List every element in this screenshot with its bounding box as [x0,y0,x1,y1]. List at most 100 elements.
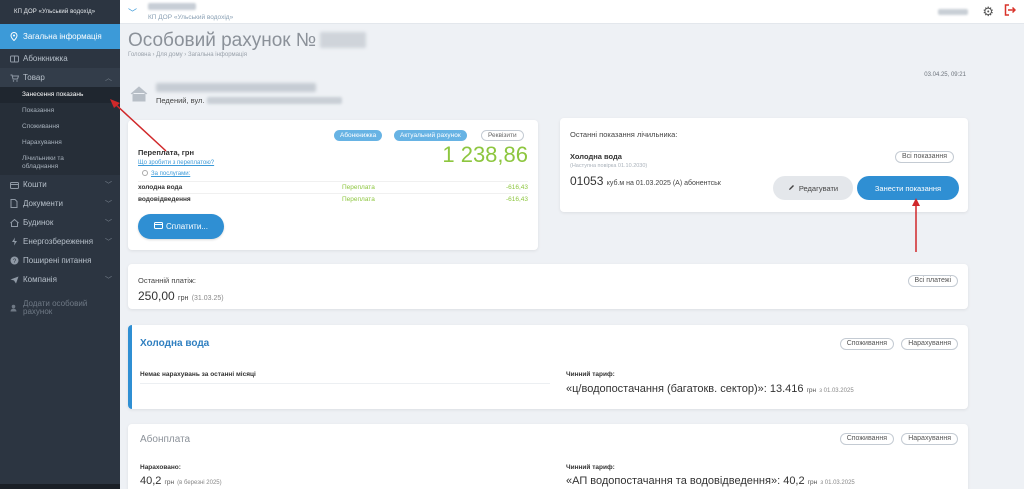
chevron-down-icon: ﹀ [105,201,112,208]
sidebar-subitem-readings[interactable]: Показання [0,103,120,119]
enter-readings-button[interactable]: Занести показання [857,176,959,200]
meter-reading-unit: куб.м на 01.03.2025 (А) абонентськ [606,180,721,187]
last-payment-date: (31.03.25) [191,295,224,302]
logout-icon[interactable] [1004,4,1017,19]
gear-icon[interactable]: ⚙ [982,4,994,20]
chevron-down-icon[interactable]: ﹀ [128,6,137,19]
divider [140,383,550,384]
sidebar-item-subscription-book[interactable]: Абонкнижка [0,49,120,68]
cold-water-card: Холодна вода Споживання Нарахування Нема… [128,325,968,409]
sidebar-item-label: Загальна інформація [23,32,102,41]
sidebar-item-label: Документи [23,199,63,208]
redacted-account-number [320,32,367,48]
cart-icon [8,73,20,82]
service-title: Абонплата [140,434,191,445]
charged-amount: 40,2 грн (в березні 2025) [140,475,222,487]
meter-service-name: Холодна вода [570,152,622,161]
redacted-owner-name [156,83,316,92]
sidebar-item-funds[interactable]: Кошти ﹀ [0,175,120,194]
sidebar-item-label: Абонкнижка [23,54,68,63]
tariff-text: «ц/водопостачання (багатокв. сектор)»: 1… [566,383,804,395]
pay-button[interactable]: Сплатити... [138,214,224,239]
sidebar-item-goods[interactable]: Товар ︿ [0,68,120,87]
sidebar-item-add-account[interactable]: Додати особовий рахунок [0,297,120,319]
subscription-card: Абонплата Споживання Нарахування Нарахов… [128,424,968,489]
tab-current-bill[interactable]: Актуальний рахунок [394,130,467,141]
map-pin-icon [8,32,20,41]
redacted-user-name [938,9,968,15]
sidebar-item-documents[interactable]: Документи ﹀ [0,194,120,213]
sidebar-item-faq[interactable]: ? Поширені питання [0,251,120,270]
sidebar-subitem-enter-readings[interactable]: Занесення показань [0,87,120,103]
tariff-unit: грн [806,387,817,394]
sidebar-item-label: Енергозбереження [23,237,94,246]
all-readings-button[interactable]: Всі показання [895,151,955,163]
meter-verification-date: (Наступна повірка 01.10.2030) [570,163,648,169]
sidebar-item-company[interactable]: Компанія ﹀ [0,270,120,289]
page-title: Особовий рахунок № [128,30,367,52]
sidebar-subitem-consumption[interactable]: Споживання [0,119,120,135]
topbar: ﹀ КП ДОР «Ульський водохід» ⚙ [120,0,1024,24]
tariff-label: Чинний тариф: [566,464,615,471]
redacted-address [206,97,342,104]
sidebar-item-energy-saving[interactable]: Енергозбереження ﹀ [0,232,120,251]
chevron-down-icon: ﹀ [105,239,112,246]
last-payment-unit: грн [178,295,189,302]
balance-amount: 1 238,86 [442,142,528,167]
charges-button[interactable]: Нарахування [901,338,958,350]
meter-card: Останні показання лічильника: Холодна во… [560,118,968,212]
last-payment-label: Останній платіж: [138,276,196,285]
tab-subscription-book[interactable]: Абонкнижка [334,130,383,141]
sidebar-item-label: Будинок [23,218,54,227]
breadcrumb: Головна › Для дому › Загальна інформація [128,52,248,58]
consumption-button[interactable]: Споживання [839,433,894,445]
last-payment-card: Останній платіж: 250,00 грн (31.03.25) В… [128,264,968,309]
chevron-up-icon: ︿ [105,75,112,82]
house-icon [130,86,148,107]
sidebar-item-label: Компанія [23,275,57,284]
account-selector[interactable]: КП ДОР «Ульський водохід» [148,3,233,22]
tariff-value: «ц/водопостачання (багатокв. сектор)»: 1… [566,383,854,395]
sidebar: КП ДОР «Ульський водохід» Загальна інфор… [0,0,120,489]
bolt-icon [8,237,20,246]
charged-period: (в березні 2025) [177,480,222,486]
tariff-text: «АП водопостачання та водовідведення»: 4… [566,475,805,487]
toggle-circle-icon [142,170,148,176]
charged-unit: грн [164,479,175,486]
overpayment-help-link[interactable]: Що зробити з переплатою? [138,160,214,166]
meter-card-title: Останні показання лічильника: [570,130,678,139]
page-title-text: Особовий рахунок № [128,30,317,51]
edit-button-label: Редагувати [798,183,839,193]
all-payments-button[interactable]: Всі платежі [907,275,958,287]
sidebar-item-building[interactable]: Будинок ﹀ [0,213,120,232]
sidebar-subitem-charges[interactable]: Нарахування [0,135,120,151]
services-toggle[interactable]: За послугами: [142,170,190,177]
sidebar-subitem-meters[interactable]: Лічильники та обладнання [0,151,100,175]
card-icon [154,222,163,231]
timestamp: 03.04.25, 09:21 [924,72,966,78]
service-name: водовідведення [138,196,191,203]
service-status: Переплата [342,184,375,191]
sidebar-item-general-info[interactable]: Загальна інформація [0,24,120,49]
sidebar-footer-strip [0,484,120,489]
consumption-button[interactable]: Споживання [839,338,894,350]
charges-button[interactable]: Нарахування [901,433,958,445]
sidebar-item-label: Товар [23,73,45,82]
service-status: Переплата [342,196,375,203]
pay-button-label: Сплатити... [166,222,208,231]
document-icon [8,199,20,208]
address-prefix: Педений, вул. [156,96,205,105]
pencil-icon [788,184,795,193]
tariff-unit: грн [807,479,818,486]
add-user-icon [8,304,20,313]
service-sum: -616,43 [505,196,528,203]
edit-button[interactable]: Редагувати [773,176,853,200]
house-icon [8,218,20,227]
tab-requisites[interactable]: Реквізити [481,130,524,141]
chevron-down-icon: ﹀ [105,277,112,284]
service-title: Холодна вода [140,338,210,349]
tariff-label: Чинний тариф: [566,371,615,378]
sidebar-item-label: Поширені питання [23,256,92,265]
tariff-date: з 01.03.2025 [819,388,854,394]
accent-bar [128,325,132,409]
